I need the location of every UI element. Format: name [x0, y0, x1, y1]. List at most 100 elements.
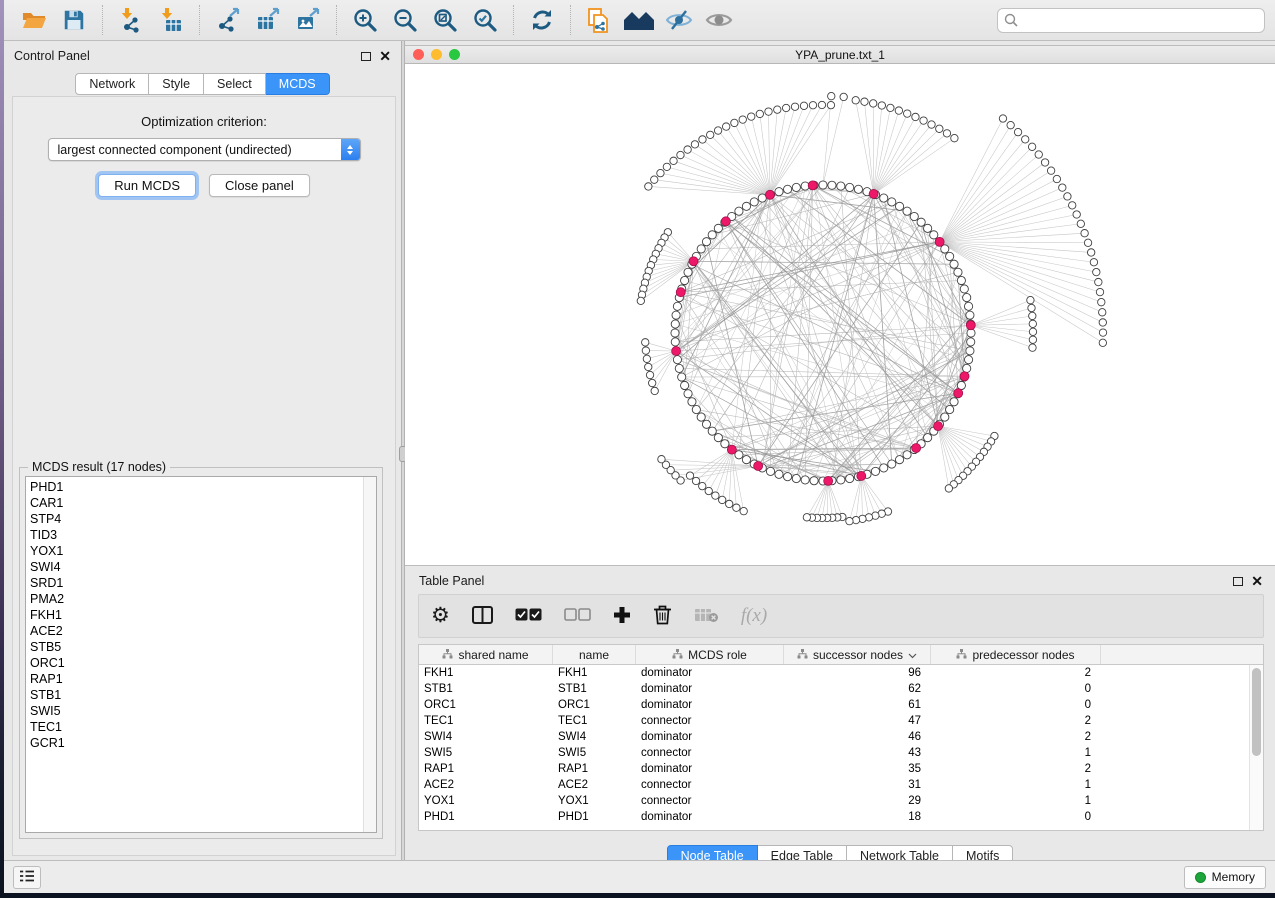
network-node[interactable] [1029, 328, 1036, 335]
network-node[interactable] [678, 373, 686, 381]
mcds-network-node[interactable] [912, 444, 921, 453]
network-node[interactable] [837, 476, 845, 484]
network-node[interactable] [903, 207, 911, 215]
table-row[interactable]: RAP1RAP1dominator352 [419, 761, 1249, 777]
table-row[interactable]: SWI4SWI4dominator462 [419, 729, 1249, 745]
network-node[interactable] [792, 474, 800, 482]
network-node[interactable] [880, 194, 888, 202]
table-cell[interactable]: STB1 [419, 681, 553, 697]
mcds-result-item[interactable]: ORC1 [26, 655, 362, 671]
network-node[interactable] [828, 181, 836, 189]
network-node[interactable] [888, 198, 896, 206]
tab-mcds[interactable]: MCDS [266, 73, 330, 95]
zoom-in-button[interactable] [348, 4, 382, 36]
network-node[interactable] [1093, 268, 1100, 275]
table-cell[interactable]: 0 [931, 809, 1101, 825]
mcds-network-node[interactable] [808, 181, 817, 190]
export-image-button[interactable] [291, 4, 325, 36]
delete-table-button[interactable] [694, 601, 719, 631]
table-cell[interactable]: 62 [784, 681, 931, 697]
network-node[interactable] [1053, 175, 1060, 182]
mcds-network-node[interactable] [960, 372, 969, 381]
network-node[interactable] [967, 338, 975, 346]
network-node[interactable] [705, 487, 712, 494]
mcds-result-item[interactable]: GCR1 [26, 735, 362, 751]
table-cell[interactable]: 46 [784, 729, 931, 745]
memory-button[interactable]: Memory [1184, 866, 1266, 889]
network-node[interactable] [964, 356, 972, 364]
network-node[interactable] [966, 311, 974, 319]
network-node[interactable] [684, 268, 692, 276]
mcds-network-node[interactable] [857, 471, 866, 480]
network-node[interactable] [1069, 202, 1076, 209]
table-cell[interactable]: FKH1 [419, 665, 553, 681]
scrollbar-thumb[interactable] [1252, 668, 1261, 756]
deselect-all-button[interactable] [564, 601, 591, 631]
network-node[interactable] [740, 507, 747, 514]
network-node[interactable] [671, 329, 679, 337]
table-cell[interactable]: 2 [931, 665, 1101, 681]
table-cell[interactable]: RAP1 [553, 761, 636, 777]
result-scrollbar[interactable] [363, 477, 376, 832]
network-node[interactable] [1099, 309, 1106, 316]
network-node[interactable] [827, 101, 834, 108]
task-history-button[interactable] [13, 866, 41, 889]
network-node[interactable] [963, 293, 971, 301]
table-cell[interactable]: connector [636, 777, 784, 793]
table-cell[interactable]: dominator [636, 809, 784, 825]
network-node[interactable] [912, 113, 919, 120]
network-node[interactable] [775, 188, 783, 196]
network-node[interactable] [637, 297, 644, 304]
network-node[interactable] [1096, 288, 1103, 295]
table-cell[interactable]: 2 [931, 713, 1101, 729]
table-cell[interactable]: YOX1 [419, 793, 553, 809]
mcds-network-node[interactable] [765, 190, 774, 199]
network-node[interactable] [702, 420, 710, 428]
import-network-button[interactable] [114, 4, 148, 36]
mcds-result-item[interactable]: STB5 [26, 639, 362, 655]
table-cell[interactable]: 18 [784, 809, 931, 825]
table-row[interactable]: ORC1ORC1dominator610 [419, 697, 1249, 713]
network-node[interactable] [739, 116, 746, 123]
table-cell[interactable]: YOX1 [553, 793, 636, 809]
network-node[interactable] [1014, 128, 1021, 135]
network-node[interactable] [681, 276, 689, 284]
zoom-out-button[interactable] [388, 4, 422, 36]
mcds-result-item[interactable]: SWI4 [26, 559, 362, 575]
mcds-network-node[interactable] [754, 462, 763, 471]
network-node[interactable] [1095, 278, 1102, 285]
table-cell[interactable]: connector [636, 745, 784, 761]
network-node[interactable] [756, 110, 763, 117]
close-table-panel-icon[interactable]: ✕ [1251, 576, 1263, 586]
network-node[interactable] [930, 231, 938, 239]
table-row[interactable]: STB1STB1dominator620 [419, 681, 1249, 697]
network-node[interactable] [1087, 249, 1094, 256]
export-network-button[interactable] [211, 4, 245, 36]
network-node[interactable] [1084, 239, 1091, 246]
network-node[interactable] [954, 268, 962, 276]
network-node[interactable] [783, 185, 791, 193]
network-node[interactable] [941, 413, 949, 421]
mcds-network-node[interactable] [869, 189, 878, 198]
column-header-name[interactable]: name [553, 645, 636, 664]
network-node[interactable] [642, 339, 649, 346]
table-scrollbar[interactable] [1249, 665, 1263, 830]
mcds-result-item[interactable]: RAP1 [26, 671, 362, 687]
table-cell[interactable]: ORC1 [419, 697, 553, 713]
table-cell[interactable]: ACE2 [553, 777, 636, 793]
run-mcds-button[interactable]: Run MCDS [98, 174, 196, 197]
network-node[interactable] [924, 434, 932, 442]
mcds-result-item[interactable]: TID3 [26, 527, 362, 543]
network-node[interactable] [966, 347, 974, 355]
network-node[interactable] [774, 106, 781, 113]
mcds-network-node[interactable] [721, 217, 730, 226]
mcds-result-item[interactable]: CAR1 [26, 495, 362, 511]
network-node[interactable] [1027, 296, 1034, 303]
network-node[interactable] [792, 183, 800, 191]
network-node[interactable] [950, 260, 958, 268]
table-cell[interactable]: SWI4 [419, 729, 553, 745]
network-node[interactable] [643, 355, 650, 362]
network-node[interactable] [943, 130, 950, 137]
network-node[interactable] [846, 183, 854, 191]
mcds-network-node[interactable] [676, 288, 685, 297]
